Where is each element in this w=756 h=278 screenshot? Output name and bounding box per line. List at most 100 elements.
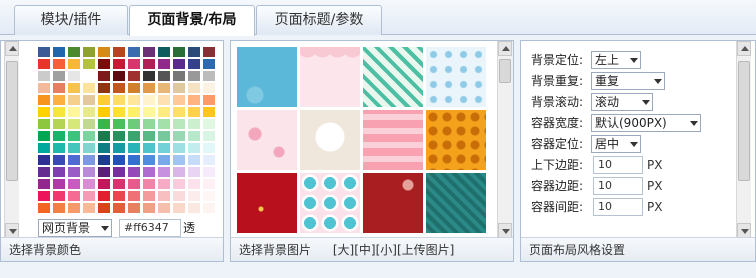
color-swatch[interactable] (83, 119, 95, 129)
color-swatch[interactable] (113, 95, 125, 105)
color-swatch[interactable] (188, 167, 200, 177)
color-swatch[interactable] (158, 71, 170, 81)
color-swatch[interactable] (158, 119, 170, 129)
background-thumbnail-pink-stripes[interactable] (363, 110, 423, 170)
color-swatch[interactable] (113, 59, 125, 69)
background-target-select[interactable]: 网页背景 (38, 219, 112, 237)
color-swatch[interactable] (38, 83, 50, 93)
background-thumbnail-light-blue[interactable] (237, 47, 297, 107)
color-swatch[interactable] (203, 59, 215, 69)
scroll-up-arrow-icon[interactable] (737, 41, 751, 56)
background-thumbnail-red-sparkle[interactable] (237, 173, 297, 233)
color-swatch[interactable] (98, 179, 110, 189)
color-swatch[interactable] (83, 83, 95, 93)
color-swatch[interactable] (113, 179, 125, 189)
color-swatch[interactable] (203, 47, 215, 57)
color-swatch[interactable] (173, 47, 185, 57)
color-swatch[interactable] (158, 131, 170, 141)
color-swatch[interactable] (143, 95, 155, 105)
color-swatch[interactable] (83, 71, 95, 81)
color-swatch[interactable] (143, 47, 155, 57)
color-swatch[interactable] (158, 179, 170, 189)
color-swatch[interactable] (68, 71, 80, 81)
color-swatch[interactable] (83, 107, 95, 117)
color-swatch[interactable] (173, 119, 185, 129)
color-swatch[interactable] (158, 107, 170, 117)
color-swatch[interactable] (143, 131, 155, 141)
color-swatch[interactable] (68, 119, 80, 129)
background-thumbnail-pink-scallop[interactable] (300, 47, 360, 107)
scroll-down-arrow-icon[interactable] (498, 223, 512, 238)
color-swatch[interactable] (158, 155, 170, 165)
color-swatch[interactable] (98, 203, 110, 213)
color-swatch[interactable] (53, 71, 65, 81)
color-swatch[interactable] (173, 95, 185, 105)
color-swatch[interactable] (188, 191, 200, 201)
color-swatch[interactable] (113, 47, 125, 57)
color-swatch[interactable] (68, 143, 80, 153)
background-repeat-select[interactable]: 重复 (591, 72, 665, 90)
color-swatch[interactable] (68, 191, 80, 201)
color-swatch[interactable] (38, 203, 50, 213)
color-swatch[interactable] (173, 143, 185, 153)
color-swatch[interactable] (98, 107, 110, 117)
color-swatch[interactable] (38, 119, 50, 129)
color-swatch[interactable] (38, 47, 50, 57)
color-swatch[interactable] (83, 191, 95, 201)
color-swatch[interactable] (83, 59, 95, 69)
background-position-select[interactable]: 左上 (591, 51, 641, 69)
color-swatch[interactable] (68, 131, 80, 141)
background-thumbnail-pink-circles[interactable] (300, 173, 360, 233)
color-swatch[interactable] (173, 83, 185, 93)
container-padding-input[interactable]: 10 (593, 177, 643, 195)
color-swatch[interactable] (68, 83, 80, 93)
background-scroll-select[interactable]: 滚动 (591, 93, 653, 111)
color-swatch[interactable] (38, 131, 50, 141)
color-swatch[interactable] (128, 59, 140, 69)
color-swatch[interactable] (158, 47, 170, 57)
color-swatch[interactable] (203, 155, 215, 165)
color-swatch[interactable] (53, 59, 65, 69)
color-swatch[interactable] (38, 95, 50, 105)
scroll-up-arrow-icon[interactable] (5, 41, 19, 56)
color-swatch[interactable] (203, 131, 215, 141)
scroll-down-arrow-icon[interactable] (737, 223, 751, 238)
color-swatch[interactable] (113, 107, 125, 117)
color-swatch[interactable] (83, 203, 95, 213)
color-swatch[interactable] (173, 179, 185, 189)
image-panel-scrollbar[interactable] (497, 41, 513, 238)
color-swatch[interactable] (113, 167, 125, 177)
color-swatch[interactable] (38, 143, 50, 153)
top-bottom-margin-input[interactable]: 10 (593, 156, 643, 174)
scroll-thumb[interactable] (738, 61, 750, 181)
color-swatch[interactable] (143, 107, 155, 117)
color-swatch[interactable] (188, 71, 200, 81)
color-swatch[interactable] (83, 167, 95, 177)
color-swatch[interactable] (128, 119, 140, 129)
color-swatch[interactable] (158, 143, 170, 153)
color-swatch[interactable] (188, 59, 200, 69)
color-swatch[interactable] (143, 71, 155, 81)
color-swatch[interactable] (173, 71, 185, 81)
color-swatch[interactable] (203, 179, 215, 189)
color-swatch[interactable] (128, 47, 140, 57)
color-swatch[interactable] (128, 131, 140, 141)
color-swatch[interactable] (143, 119, 155, 129)
tab-page-background-layout[interactable]: 页面背景/布局 (129, 5, 255, 36)
color-swatch[interactable] (143, 191, 155, 201)
layout-panel-scrollbar[interactable] (736, 41, 751, 238)
color-swatch[interactable] (158, 191, 170, 201)
color-swatch[interactable] (128, 107, 140, 117)
container-position-select[interactable]: 居中 (591, 135, 641, 153)
color-swatch[interactable] (188, 107, 200, 117)
background-thumbnail-teal-lattice[interactable] (363, 47, 423, 107)
color-swatch[interactable] (98, 47, 110, 57)
color-swatch[interactable] (113, 143, 125, 153)
color-swatch[interactable] (98, 155, 110, 165)
color-swatch[interactable] (38, 107, 50, 117)
color-swatch[interactable] (68, 155, 80, 165)
color-swatch[interactable] (83, 47, 95, 57)
color-swatch[interactable] (53, 155, 65, 165)
color-swatch[interactable] (128, 191, 140, 201)
color-swatch[interactable] (53, 107, 65, 117)
